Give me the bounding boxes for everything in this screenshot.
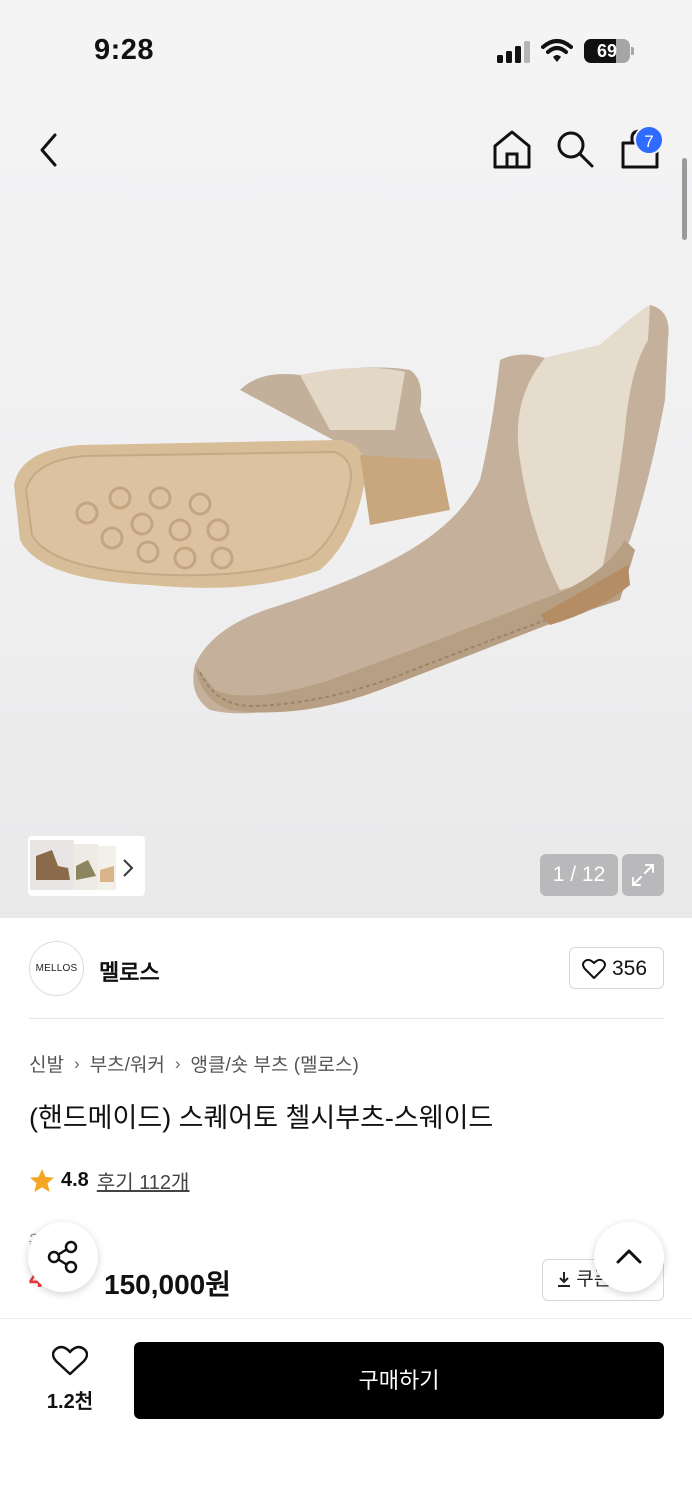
rating-value: 4.8: [61, 1169, 89, 1191]
review-link[interactable]: 후기 112개: [97, 1166, 190, 1195]
rating-row: 4.8 후기 112개: [29, 1166, 189, 1195]
share-icon: [47, 1240, 78, 1274]
expand-button[interactable]: [622, 854, 664, 896]
expand-icon: [632, 864, 654, 886]
brand-logo[interactable]: MELLOS: [29, 941, 84, 996]
battery-icon: 69: [584, 39, 634, 63]
product-image[interactable]: [0, 280, 692, 760]
battery-level: 69: [596, 41, 618, 61]
breadcrumb-item[interactable]: 부츠/워커: [90, 1050, 165, 1077]
heart-icon: [582, 958, 606, 979]
status-time: 9:28: [94, 34, 155, 66]
chevron-right-icon: ›: [73, 1053, 80, 1073]
scroll-to-top-button[interactable]: [594, 1222, 664, 1292]
chevron-right-icon[interactable]: [122, 858, 134, 878]
chevron-right-icon: ›: [174, 1053, 181, 1073]
wishlist-button[interactable]: 1.2천: [30, 1343, 110, 1423]
thumbnail-image[interactable]: [28, 836, 118, 896]
divider: [29, 1018, 664, 1019]
share-button[interactable]: [28, 1222, 98, 1292]
search-icon[interactable]: [555, 129, 595, 169]
cellular-signal-icon: [497, 41, 530, 63]
download-icon: [558, 1272, 570, 1287]
brand-name[interactable]: 멜로스: [99, 955, 160, 987]
home-icon[interactable]: [490, 127, 534, 171]
breadcrumb-item[interactable]: 신발: [29, 1050, 64, 1077]
sale-price: 150,000원: [104, 1269, 231, 1300]
breadcrumb: 신발 › 부츠/워커 › 앵클/숏 부츠 (멜로스): [29, 1050, 359, 1077]
breadcrumb-item[interactable]: 앵클/숏 부츠 (멜로스): [191, 1050, 359, 1077]
star-icon: [30, 1169, 54, 1192]
product-title: (핸드메이드) 스퀘어토 첼시부츠-스웨이드: [29, 1103, 494, 1133]
heart-icon: [52, 1345, 88, 1376]
brand-like-count: 356: [612, 957, 648, 980]
image-counter: 1 / 12: [540, 854, 618, 896]
scroll-indicator[interactable]: [682, 158, 687, 240]
chevron-up-icon: [616, 1249, 642, 1264]
cart-count-badge: 7: [634, 125, 664, 155]
wifi-icon: [541, 39, 573, 62]
brand-like-button[interactable]: 356: [569, 947, 664, 989]
wishlist-count: 1.2천: [46, 1391, 94, 1413]
buy-button[interactable]: 구매하기: [134, 1342, 664, 1419]
back-icon[interactable]: [30, 130, 70, 170]
